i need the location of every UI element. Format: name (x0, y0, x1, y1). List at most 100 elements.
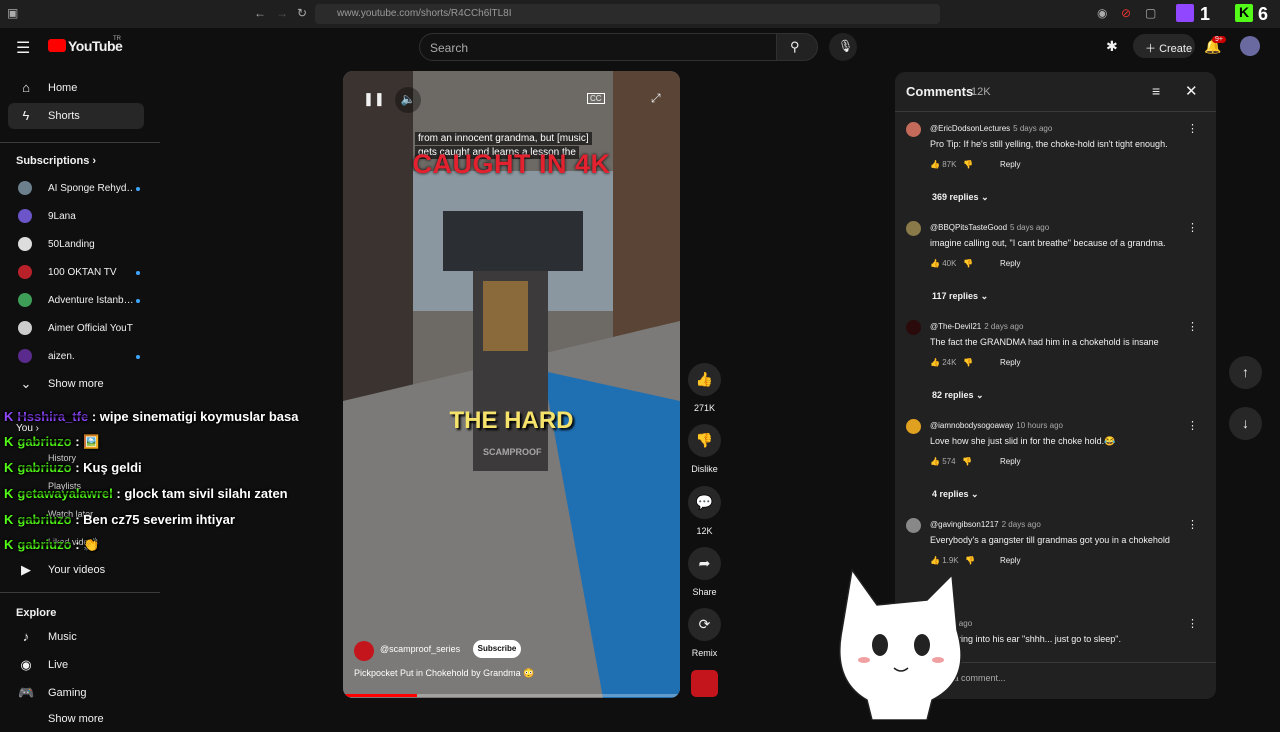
view-replies-button[interactable]: 82 replies ⌄ (932, 390, 984, 401)
next-short-button[interactable]: ↓ (1229, 407, 1262, 440)
thumbs-down-icon[interactable]: 👎 (963, 160, 973, 169)
reply-button[interactable]: Reply (1000, 160, 1020, 169)
close-icon[interactable]: ✕ (1185, 82, 1198, 100)
thumbs-down-icon[interactable]: 👎 (963, 358, 973, 367)
sidebar-item-gaming[interactable]: 🎮 Gaming (8, 680, 144, 706)
commenter-avatar[interactable] (906, 122, 921, 137)
previous-short-button[interactable]: ↑ (1229, 356, 1262, 389)
comment-like-button[interactable]: 👍 574 👎 (930, 457, 972, 466)
address-bar[interactable]: www.youtube.com/shorts/R4CCh6lTL8I (315, 4, 940, 24)
live-dot-icon (136, 271, 140, 275)
comment-author: @gavingibson1217 (930, 520, 999, 529)
channel-name[interactable]: @scamproof_series (380, 644, 460, 654)
chat-username: Hsshira_tfe (17, 409, 89, 424)
you-heading[interactable]: You › (16, 423, 39, 434)
search-input[interactable]: Search (419, 33, 777, 61)
more-options-icon[interactable]: ⋮ (1187, 320, 1198, 333)
comment-author-line[interactable]: @BBQPitsTasteGood 5 days ago (930, 223, 1049, 232)
like-button[interactable]: 👍 271K (688, 363, 721, 413)
sidebar-item-live[interactable]: ◉ Live (8, 652, 144, 678)
back-icon[interactable]: ← (254, 6, 266, 20)
create-button[interactable]: ＋ Create (1133, 34, 1195, 58)
voice-search-button[interactable]: 🎙 (829, 33, 857, 61)
comment-author-line[interactable]: @gavingibson1217 2 days ago (930, 520, 1041, 529)
view-replies-button[interactable]: 4 replies ⌄ (932, 489, 979, 500)
more-options-icon[interactable]: ⋮ (1187, 518, 1198, 531)
progress-bar[interactable] (343, 694, 680, 697)
adblock-icon[interactable]: ⊘ (1121, 6, 1131, 20)
logo-region: TR (113, 36, 121, 42)
sidebar-item-home[interactable]: ⌂ Home (8, 75, 144, 101)
comment-author-line[interactable]: @The-Devil21 2 days ago (930, 322, 1023, 331)
browser-toolbar: ▣ ← → ↻ www.youtube.com/shorts/R4CCh6lTL… (0, 0, 1280, 28)
sidebar-item-your-videos[interactable]: ▶ Your videos (8, 557, 144, 583)
forward-icon[interactable]: → (276, 6, 288, 20)
subscription-item[interactable]: AI Sponge Rehyd… (8, 177, 148, 201)
volume-icon[interactable]: 🔈 (395, 87, 421, 113)
comment-like-button[interactable]: 👍 40K 👎 (930, 259, 973, 268)
extension-2-icon[interactable]: ▢ (1145, 6, 1156, 20)
reply-button[interactable]: Reply (1000, 556, 1020, 565)
comments-button[interactable]: 💬 12K (688, 486, 721, 536)
remix-button[interactable]: ⟳ Remix (688, 608, 721, 658)
thumbs-down-icon[interactable]: 👎 (962, 457, 972, 466)
comment-like-button[interactable]: 👍 87K 👎 (930, 160, 973, 169)
chat-text: : 👏 (75, 537, 100, 552)
comment-author-line[interactable]: @EricDodsonLectures 5 days ago (930, 124, 1052, 133)
subscribe-button[interactable]: Subscribe (473, 640, 521, 658)
sort-icon[interactable]: ≡ (1152, 83, 1160, 99)
dislike-button[interactable]: 👎 Dislike (688, 424, 721, 474)
more-options-icon[interactable]: ⋮ (1187, 419, 1198, 432)
more-options-icon[interactable]: ⋮ (1187, 122, 1198, 135)
subscription-item[interactable]: Aimer Official YouT… (8, 317, 148, 341)
shorts-video-player[interactable]: ❚❚ 🔈 CC ⤢ from an innocent grandma, but … (343, 71, 680, 698)
reply-button[interactable]: Reply (1000, 457, 1020, 466)
comment-like-button[interactable]: 👍 24K 👎 (930, 358, 973, 367)
subscriptions-heading[interactable]: Subscriptions › (16, 155, 96, 167)
extension-icon[interactable]: ◉ (1097, 6, 1107, 20)
more-options-icon[interactable]: ⋮ (1187, 617, 1198, 630)
share-button[interactable]: ➦ Share (688, 547, 721, 597)
thumbs-down-icon[interactable]: 👎 (963, 259, 973, 268)
view-replies-button[interactable]: 117 replies ⌄ (932, 291, 988, 302)
subscription-item[interactable]: Adventure Istanb… (8, 289, 148, 313)
video-title[interactable]: Pickpocket Put in Chokehold by Grandma 😳 (354, 668, 534, 679)
comment-author-line[interactable]: @iamnobodysogoaway 10 hours ago (930, 421, 1063, 430)
kick-icon[interactable]: K (1235, 4, 1253, 22)
pause-icon[interactable]: ❚❚ (363, 91, 385, 107)
comment-text: Everybody's a gangster till grandmas got… (930, 535, 1170, 545)
sidebar-item-show-more-explore[interactable]: Show more (8, 706, 144, 732)
twitch-icon[interactable] (1176, 4, 1194, 22)
youtube-logo-icon[interactable] (48, 39, 66, 52)
gaming-icon: 🎮 (18, 685, 35, 700)
extension-gear-icon[interactable]: ✱ (1106, 38, 1118, 55)
commenter-avatar[interactable] (906, 320, 921, 335)
channel-avatar[interactable] (354, 641, 374, 661)
subscription-label: 50Landing (48, 239, 95, 250)
fullscreen-icon[interactable]: ⤢ (651, 91, 661, 106)
reload-icon[interactable]: ↻ (297, 6, 307, 20)
subscription-item[interactable]: 50Landing (8, 233, 148, 257)
search-button[interactable]: ⚲ (776, 33, 818, 61)
reply-button[interactable]: Reply (1000, 358, 1020, 367)
avatar[interactable] (1240, 36, 1260, 56)
channel-avatar (18, 293, 32, 307)
view-replies-button[interactable]: 369 replies ⌄ (932, 192, 989, 203)
sidebar-item-music[interactable]: ♪ Music (8, 624, 144, 650)
sidebar-toggle-icon[interactable]: ▣ (7, 6, 18, 20)
subscription-item[interactable]: 9Lana (8, 205, 148, 229)
sidebar-item-shorts[interactable]: ϟ Shorts (8, 103, 144, 129)
subscription-item[interactable]: 100 OKTAN TV (8, 261, 148, 285)
commenter-avatar[interactable] (906, 518, 921, 533)
reply-button[interactable]: Reply (1000, 259, 1020, 268)
subscription-label: Aimer Official YouT… (48, 323, 134, 334)
subscription-item[interactable]: aizen. (8, 345, 148, 369)
chat-username: gabriuzo (17, 537, 72, 552)
show-more-button[interactable]: ⌄ Show more (8, 371, 144, 397)
menu-icon[interactable]: ☰ (16, 38, 30, 58)
commenter-avatar[interactable] (906, 419, 921, 434)
captions-icon[interactable]: CC (587, 93, 605, 104)
commenter-avatar[interactable] (906, 221, 921, 236)
more-options-icon[interactable]: ⋮ (1187, 221, 1198, 234)
sound-thumbnail[interactable] (691, 670, 718, 697)
